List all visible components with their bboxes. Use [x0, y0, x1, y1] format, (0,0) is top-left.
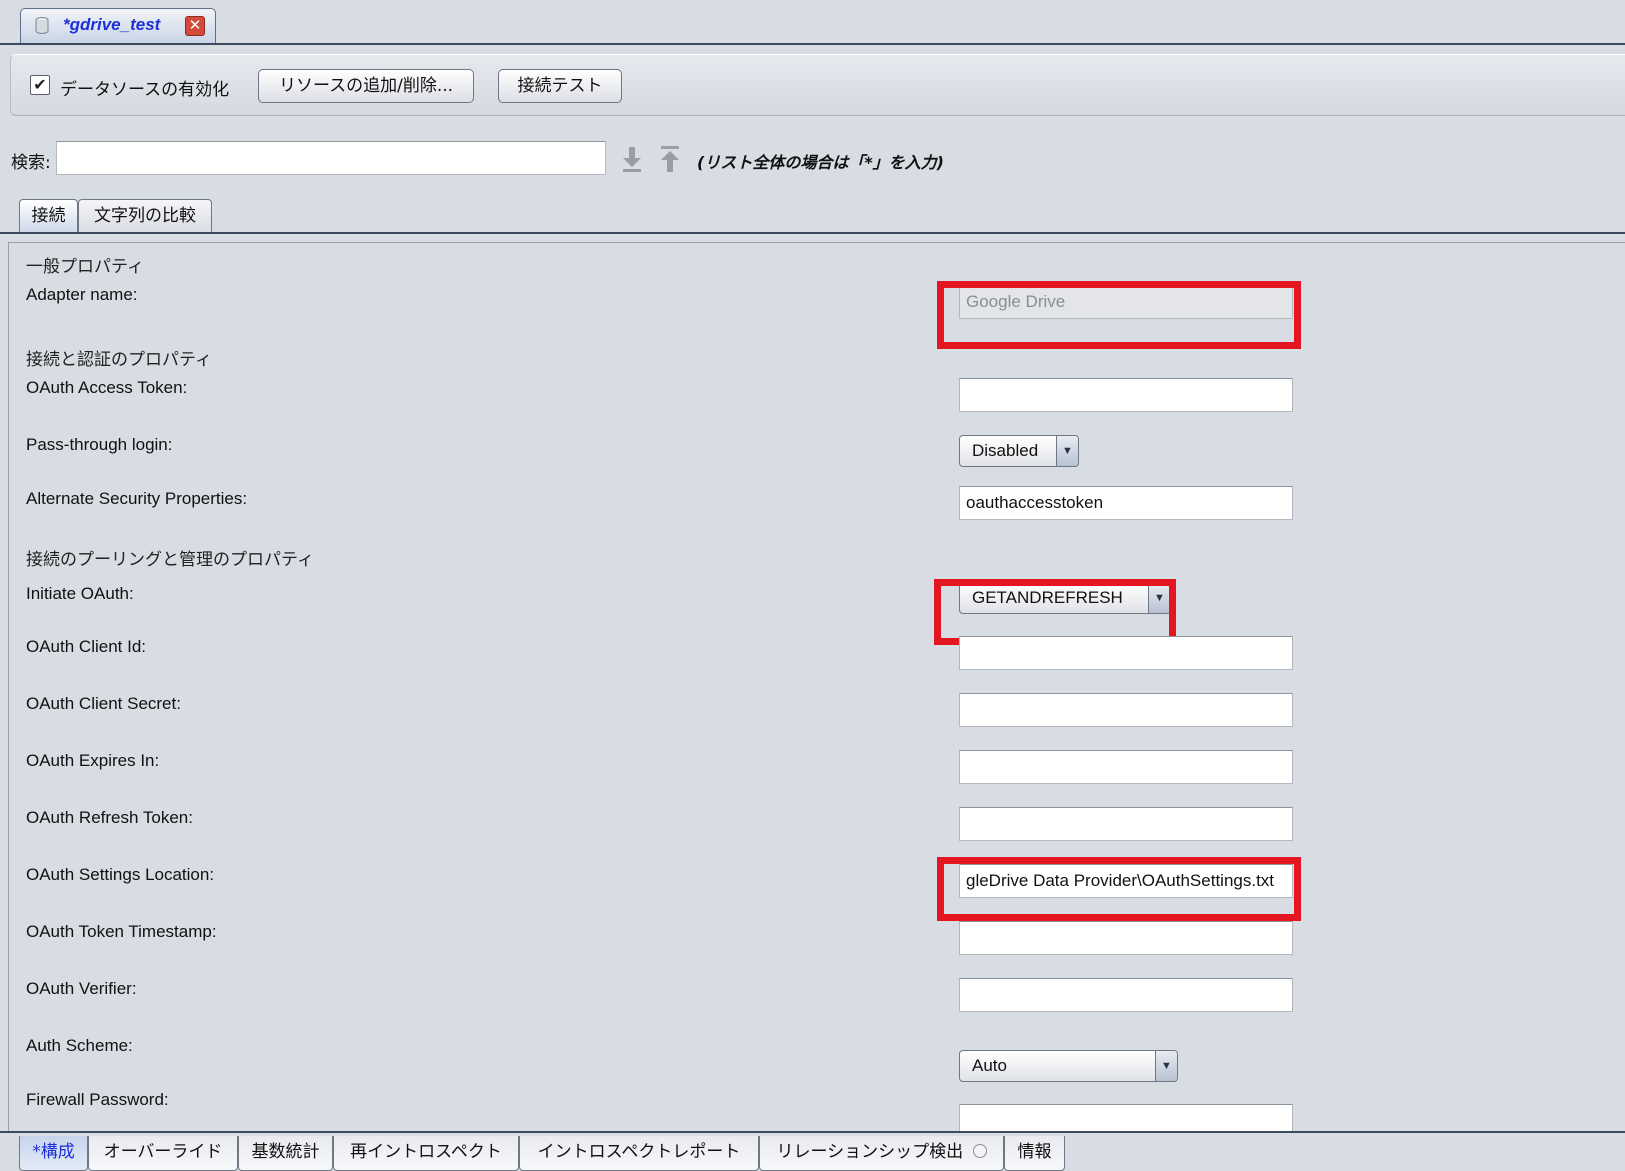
- oauth-client-secret-label: OAuth Client Secret:: [26, 694, 181, 713]
- auth-scheme-value: Auto: [972, 1056, 1007, 1075]
- tab-overrides[interactable]: オーバーライド: [88, 1136, 238, 1171]
- auth-scheme-select[interactable]: Auto ▼: [959, 1050, 1178, 1082]
- toolbar: [10, 54, 1625, 116]
- editor-tab-title: *gdrive_test: [63, 15, 161, 34]
- bottom-tab-divider: [0, 1131, 1625, 1133]
- oauth-client-id-field[interactable]: [959, 636, 1293, 670]
- move-up-icon[interactable]: [658, 145, 682, 173]
- search-label: 検索:: [11, 153, 51, 173]
- highlight-adapter-name: [937, 281, 1301, 349]
- tab-relationship-discovery-label: リレーションシップ検出: [776, 1142, 964, 1162]
- oauth-expires-in-field[interactable]: [959, 750, 1293, 784]
- tab-relationship-discovery[interactable]: リレーションシップ検出: [759, 1136, 1004, 1171]
- oauth-refresh-token-label: OAuth Refresh Token:: [26, 808, 193, 827]
- close-tab-icon[interactable]: ✕: [185, 16, 205, 36]
- oauth-verifier-field[interactable]: [959, 978, 1293, 1012]
- tab-introspection-report[interactable]: イントロスペクトレポート: [519, 1136, 759, 1171]
- oauth-settings-location-label: OAuth Settings Location:: [26, 865, 215, 884]
- tab-cardinality-stats[interactable]: 基数統計: [238, 1136, 333, 1171]
- highlight-oauth-settings-location: [937, 857, 1301, 921]
- adapter-name-label: Adapter name:: [26, 285, 138, 304]
- alternate-security-field[interactable]: oauthaccesstoken: [959, 486, 1293, 520]
- tab-strip-divider: [0, 43, 1625, 45]
- editor-tab[interactable]: *gdrive_test ✕: [20, 8, 216, 44]
- oauth-expires-in-label: OAuth Expires In:: [26, 751, 160, 770]
- oauth-client-id-label: OAuth Client Id:: [26, 637, 147, 656]
- enable-datasource-label: データソースの有効化: [60, 80, 230, 100]
- search-input[interactable]: [56, 141, 606, 175]
- pass-through-login-value: Disabled: [972, 441, 1039, 460]
- tab-info[interactable]: 情報: [1004, 1136, 1065, 1171]
- radio-circle-icon: [972, 1144, 987, 1158]
- oauth-client-secret-field[interactable]: [959, 693, 1293, 727]
- chevron-down-icon: ▼: [1155, 1051, 1177, 1081]
- test-connection-button[interactable]: 接続テスト: [498, 69, 622, 103]
- database-icon: [35, 17, 49, 34]
- oauth-access-token-label: OAuth Access Token:: [26, 378, 188, 397]
- move-down-icon[interactable]: [620, 145, 644, 173]
- initiate-oauth-label: Initiate OAuth:: [26, 584, 134, 603]
- auth-scheme-label: Auth Scheme:: [26, 1036, 133, 1055]
- firewall-password-label: Firewall Password:: [26, 1090, 169, 1109]
- search-hint: (リスト全体の場合は「*」を入力): [697, 153, 944, 172]
- enable-datasource-checkbox[interactable]: ✔: [30, 75, 50, 95]
- section-auth: 接続と認証のプロパティ: [26, 350, 212, 370]
- oauth-token-timestamp-label: OAuth Token Timestamp:: [26, 922, 217, 941]
- oauth-refresh-token-field[interactable]: [959, 807, 1293, 841]
- pass-through-login-select[interactable]: Disabled ▼: [959, 435, 1079, 467]
- add-remove-resources-button[interactable]: リソースの追加/削除...: [258, 69, 474, 103]
- oauth-token-timestamp-field[interactable]: [959, 921, 1293, 955]
- oauth-verifier-label: OAuth Verifier:: [26, 979, 137, 998]
- tab-reintrospect[interactable]: 再イントロスペクト: [333, 1136, 519, 1171]
- chevron-down-icon: ▼: [1056, 436, 1078, 466]
- section-pooling: 接続のプーリングと管理のプロパティ: [26, 550, 314, 570]
- section-general: 一般プロパティ: [26, 257, 144, 277]
- tab-connection[interactable]: 接続: [19, 199, 78, 233]
- pass-through-login-label: Pass-through login:: [26, 435, 173, 454]
- inner-tab-divider: [0, 232, 1625, 234]
- properties-panel: 一般プロパティ Adapter name: Google Drive 接続と認証…: [8, 242, 1625, 1131]
- firewall-password-field[interactable]: [959, 1104, 1293, 1131]
- tab-string-comparison[interactable]: 文字列の比較: [78, 199, 212, 233]
- tab-configuration[interactable]: *構成: [19, 1136, 88, 1171]
- oauth-access-token-field[interactable]: [959, 378, 1293, 412]
- alternate-security-label: Alternate Security Properties:: [26, 489, 248, 508]
